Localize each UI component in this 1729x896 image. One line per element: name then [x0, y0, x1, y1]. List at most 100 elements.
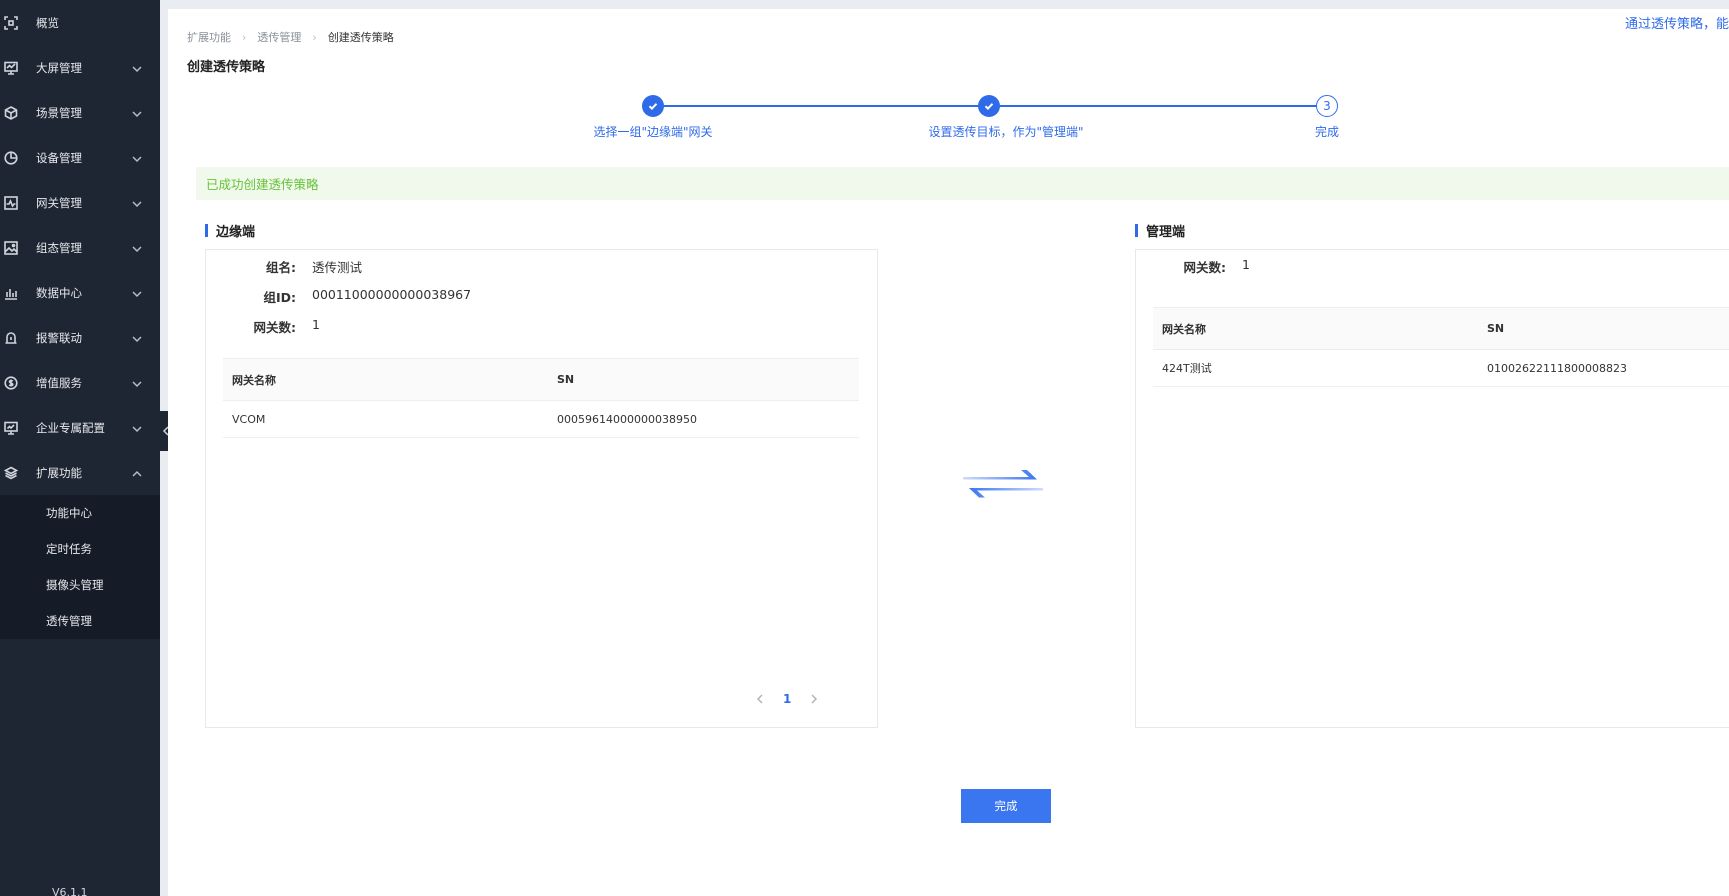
chevron-down-icon: [132, 63, 142, 73]
sidebar-item-label: 概览: [36, 15, 59, 30]
screen-icon: [4, 61, 18, 75]
sidebar-item-gateway[interactable]: 网关管理: [0, 180, 160, 225]
edge-field-gateway-count: 网关数: 1: [206, 317, 320, 336]
sidebar-item-label: 组态管理: [36, 240, 82, 255]
field-value: 1: [1242, 257, 1250, 272]
layers-icon: [4, 466, 18, 480]
chevron-down-icon: [132, 378, 142, 388]
table-row: VCOM 00059614000000038950: [223, 401, 859, 438]
manager-field-gateway-count: 网关数: 1: [1136, 257, 1250, 276]
sidebar-item-screen[interactable]: 大屏管理: [0, 45, 160, 90]
finish-button[interactable]: 完成: [961, 789, 1051, 823]
sidebar: 概览 大屏管理 场景管理 设备管理 网关管理 组态管理 数据中心 报警联动 增值…: [0, 0, 160, 896]
title-accent-bar: [1135, 224, 1138, 237]
sidebar-item-scene[interactable]: 场景管理: [0, 90, 160, 135]
breadcrumb-separator-icon: ›: [312, 30, 317, 44]
breadcrumb-item[interactable]: 透传管理: [257, 29, 301, 45]
manager-panel-title: 管理端: [1135, 221, 1185, 240]
sidebar-item-label: 企业专属配置: [36, 420, 105, 435]
sidebar-item-overview[interactable]: 概览: [0, 0, 160, 45]
pie-icon: [4, 150, 18, 165]
field-value: 透传测试: [312, 260, 363, 275]
monitor-icon: [4, 421, 18, 435]
table-header: 网关名称 SN: [223, 358, 859, 401]
edge-panel-title: 边缘端: [205, 221, 255, 240]
sidebar-item-config[interactable]: 组态管理: [0, 225, 160, 270]
cell-gateway-name: VCOM: [232, 412, 266, 426]
edge-title-text: 边缘端: [216, 225, 256, 240]
sidebar-item-data-center[interactable]: 数据中心: [0, 270, 160, 315]
column-header-sn: SN: [1487, 322, 1505, 335]
prev-page-button[interactable]: [753, 692, 767, 706]
manager-gateway-table: 网关名称 SN 424T测试 01002622111800008823: [1153, 307, 1729, 387]
chevron-right-icon: [811, 694, 818, 704]
submenu-item-function-center[interactable]: 功能中心: [0, 495, 160, 531]
cell-gateway-sn: 00059614000000038950: [557, 412, 697, 426]
field-key: 组ID:: [263, 290, 296, 305]
next-page-button[interactable]: [807, 692, 821, 706]
chevron-down-icon: [132, 153, 142, 163]
field-value: 1: [312, 317, 320, 332]
cube-icon: [4, 105, 18, 120]
breadcrumb: 扩展功能 › 透传管理 › 创建透传策略: [187, 29, 394, 45]
sidebar-item-label: 数据中心: [36, 285, 82, 300]
column-header-name: 网关名称: [232, 373, 276, 387]
sidebar-item-value-added[interactable]: 增值服务: [0, 360, 160, 405]
top-info-link[interactable]: 通过透传策略，能: [1625, 13, 1729, 32]
chevron-down-icon: [132, 198, 142, 208]
column-header-name: 网关名称: [1162, 322, 1206, 336]
column-header-sn: SN: [557, 373, 575, 386]
success-alert: 已成功创建透传策略: [196, 167, 1729, 200]
image-icon: [4, 240, 18, 255]
breadcrumb-current: 创建透传策略: [327, 31, 394, 44]
version-label: V6.1.1: [52, 886, 88, 896]
field-key: 组名:: [266, 260, 296, 275]
step-3-label: 完成: [1314, 125, 1340, 139]
step-1-done: [642, 95, 664, 117]
field-key: 网关数:: [1183, 260, 1227, 275]
manager-panel: 网关数: 1 网关名称 SN 424T测试 010026221118000088…: [1135, 249, 1729, 728]
bar-chart-icon: [4, 286, 18, 300]
alert-icon: [4, 331, 18, 345]
chevron-down-icon: [132, 243, 142, 253]
swap-arrows-icon: [963, 470, 1043, 498]
overview-icon: [4, 15, 18, 30]
pagination: 1: [753, 692, 821, 706]
sidebar-item-alarm[interactable]: 报警联动: [0, 315, 160, 360]
edge-field-group-name: 组名: 透传测试: [206, 257, 362, 276]
manager-title-text: 管理端: [1146, 225, 1186, 240]
sidebar-item-extensions[interactable]: 扩展功能: [0, 450, 160, 495]
edge-field-group-id: 组ID: 00011000000000038967: [206, 287, 471, 306]
field-key: 网关数:: [253, 320, 297, 335]
chevron-down-icon: [132, 108, 142, 118]
chevron-left-icon: [756, 694, 763, 704]
main-content: 通过透传策略，能 扩展功能 › 透传管理 › 创建透传策略 创建透传策略 3 选…: [168, 9, 1729, 896]
breadcrumb-separator-icon: ›: [242, 30, 247, 44]
field-value: 00011000000000038967: [312, 287, 472, 302]
table-header: 网关名称 SN: [1153, 307, 1729, 350]
submenu-item-passthrough[interactable]: 透传管理: [0, 603, 160, 639]
check-icon: [648, 103, 658, 111]
steps-progress: 3 选择一组"边缘端"网关 设置透传目标，作为"管理端" 完成: [168, 87, 1729, 157]
submenu-item-scheduled-tasks[interactable]: 定时任务: [0, 531, 160, 567]
sidebar-item-label: 增值服务: [36, 375, 82, 390]
edge-panel: 组名: 透传测试 组ID: 00011000000000038967 网关数: …: [205, 249, 878, 728]
step-3-current: 3: [1316, 95, 1338, 117]
sidebar-item-label: 报警联动: [36, 330, 82, 345]
sidebar-item-label: 扩展功能: [36, 465, 82, 480]
breadcrumb-item[interactable]: 扩展功能: [187, 29, 231, 45]
step-2-done: [978, 95, 1000, 117]
sidebar-item-label: 设备管理: [36, 150, 82, 165]
chevron-down-icon: [132, 288, 142, 298]
title-accent-bar: [205, 224, 208, 237]
page-number[interactable]: 1: [783, 692, 791, 706]
chevron-down-icon: [132, 423, 142, 433]
chevron-up-icon: [132, 468, 142, 478]
page-title: 创建透传策略: [187, 60, 266, 75]
cell-gateway-sn: 01002622111800008823: [1487, 361, 1627, 375]
sidebar-item-device[interactable]: 设备管理: [0, 135, 160, 180]
sidebar-item-label: 网关管理: [36, 195, 82, 210]
check-icon: [984, 103, 994, 111]
sidebar-item-enterprise[interactable]: 企业专属配置: [0, 405, 160, 450]
submenu-item-camera[interactable]: 摄像头管理: [0, 567, 160, 603]
